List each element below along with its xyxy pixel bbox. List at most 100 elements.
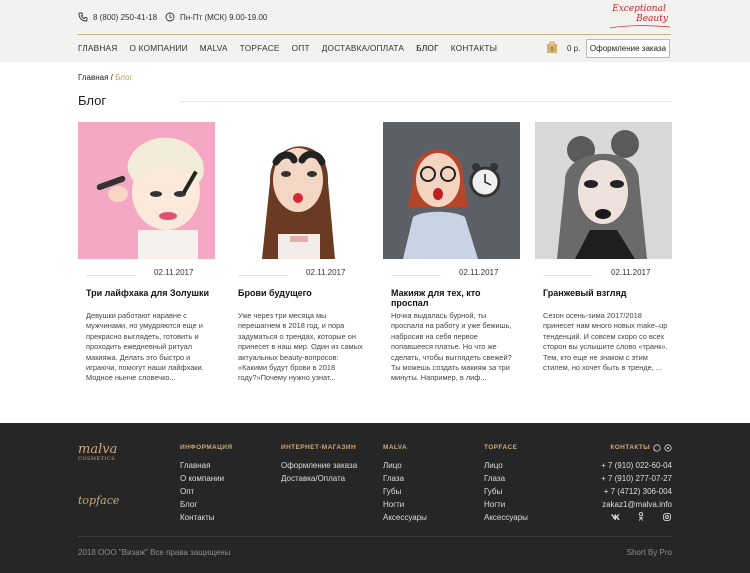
footer-link[interactable]: Лицо: [484, 459, 528, 472]
post-excerpt: Ночка выдалась бурной, ты проспала на ра…: [391, 311, 512, 383]
logo-line-2: Beauty: [636, 14, 668, 24]
nav-item-wholesale[interactable]: Опт: [292, 43, 310, 53]
footer-column-info: Информация Главная О компании Опт Блог К…: [180, 443, 232, 524]
main-nav: Главная О компании MALVA TOPFACE Опт Дос…: [78, 43, 509, 53]
footer-link[interactable]: Доставка/Оплата: [281, 472, 357, 485]
logo-line-1: Exceptional: [612, 4, 666, 14]
footer-heading: Malva: [383, 444, 408, 451]
footer-link[interactable]: Губы: [484, 485, 528, 498]
nav-item-topface[interactable]: TOPFACE: [240, 43, 280, 53]
page-title: Блог: [78, 93, 107, 108]
footer-column-topface: Topface Лицо Глаза Губы Ногти Аксессуары: [484, 443, 528, 524]
post-date: 02.11.2017: [611, 268, 651, 277]
footer-link[interactable]: Блог: [180, 498, 232, 511]
post-date: 02.11.2017: [459, 268, 499, 277]
footer-link[interactable]: Губы: [383, 485, 427, 498]
instagram-icon[interactable]: [662, 512, 672, 523]
footer-column-shop: Интернет-магазин Оформление заказа Доста…: [281, 443, 357, 485]
post-date: 02.11.2017: [154, 268, 194, 277]
post-title[interactable]: Гранжевый взгляд: [543, 288, 668, 298]
post-title[interactable]: Макияж для тех, кто проспал: [391, 288, 516, 308]
post-image[interactable]: [78, 122, 215, 259]
breadcrumb-home[interactable]: Главная: [78, 73, 108, 82]
footer-column-malva: Malva Лицо Глаза Губы Ногти Аксессуары: [383, 443, 427, 524]
cart-total[interactable]: 0 р.: [567, 44, 580, 53]
clock-icon: [165, 12, 175, 22]
footer-link[interactable]: Глаза: [383, 472, 427, 485]
post-image[interactable]: [383, 122, 520, 259]
site-logo[interactable]: Exceptional Beauty: [604, 4, 674, 32]
logo-swash: [609, 25, 671, 29]
copyright: 2018 ООО "Визаж" Все права защищены: [78, 548, 231, 557]
nav-item-delivery[interactable]: Доставка/Оплата: [322, 43, 404, 53]
viber-icon[interactable]: [664, 444, 672, 452]
date-divider: [86, 275, 136, 276]
footer-link[interactable]: Опт: [180, 485, 232, 498]
cart-count: 0: [550, 47, 553, 53]
malva-logo-sub: COSMETICS: [78, 456, 116, 462]
footer-contacts-heading: Контакты: [601, 443, 672, 453]
post-date: 02.11.2017: [306, 268, 346, 277]
contacts-heading-text: Контакты: [610, 444, 650, 451]
post-photo-grunge: [535, 122, 672, 259]
footer-link[interactable]: Контакты: [180, 511, 232, 524]
shopping-bag-icon[interactable]: 0: [546, 40, 558, 54]
nav-item-malva[interactable]: MALVA: [200, 43, 228, 53]
working-hours: Пн-Пт (МСК) 9.00-19.00: [180, 12, 268, 22]
phone-icon: [78, 12, 88, 22]
date-divider: [543, 275, 593, 276]
title-divider: [180, 101, 671, 102]
footer-link[interactable]: Глаза: [484, 472, 528, 485]
phone-number[interactable]: 8 (800) 250-41-18: [93, 13, 157, 22]
footer-link[interactable]: О компании: [180, 472, 232, 485]
blog-card[interactable]: 02.11.2017 Брови будущего Уже через три …: [230, 122, 367, 382]
post-excerpt: Девушки работают наравне с мужчинами, но…: [86, 311, 204, 383]
social-links: [610, 512, 672, 523]
contact-phone[interactable]: + 7 (910) 022-60-04: [601, 459, 672, 472]
blog-card[interactable]: 02.11.2017 Макияж для тех, кто проспал Н…: [383, 122, 520, 382]
post-image[interactable]: [230, 122, 367, 259]
malva-logo-text: malva: [78, 442, 118, 457]
whatsapp-icon[interactable]: [653, 444, 661, 452]
footer-link[interactable]: Главная: [180, 459, 232, 472]
nav-item-contacts[interactable]: Контакты: [451, 43, 497, 53]
footer-link[interactable]: Ногти: [383, 498, 427, 511]
developer-credit[interactable]: Short By Pro: [627, 548, 672, 557]
footer-link[interactable]: Лицо: [383, 459, 427, 472]
footer-link[interactable]: Аксессуары: [484, 511, 528, 524]
footer-link[interactable]: Оформление заказа: [281, 459, 357, 472]
header: 8 (800) 250-41-18 Пн-Пт (МСК) 9.00-19.00…: [0, 0, 750, 62]
post-excerpt: Уже через три месяца мы перешагнем в 201…: [238, 311, 363, 383]
vk-icon[interactable]: [610, 514, 620, 522]
post-title[interactable]: Три лайфхака для Золушки: [86, 288, 211, 298]
contact-phone[interactable]: + 7 (4712) 306-004: [601, 485, 672, 498]
blog-card[interactable]: 02.11.2017 Гранжевый взгляд Сезон осень-…: [535, 122, 672, 372]
checkout-button[interactable]: Оформление заказа: [586, 39, 670, 58]
footer-heading: Интернет-магазин: [281, 444, 357, 451]
footer-heading: Информация: [180, 444, 233, 451]
date-divider: [238, 275, 288, 276]
blog-card[interactable]: 02.11.2017 Три лайфхака для Золушки Деву…: [78, 122, 215, 382]
post-title[interactable]: Брови будущего: [238, 288, 363, 298]
post-image[interactable]: [535, 122, 672, 259]
nav-item-home[interactable]: Главная: [78, 43, 117, 53]
footer-link[interactable]: Аксессуары: [383, 511, 427, 524]
nav-divider: [78, 34, 671, 35]
nav-item-blog[interactable]: Блог: [416, 43, 439, 53]
footer-contacts: Контакты + 7 (910) 022-60-04 + 7 (910) 2…: [601, 443, 672, 511]
footer-divider: [78, 536, 672, 537]
header-phone[interactable]: 8 (800) 250-41-18: [78, 12, 157, 22]
post-photo-alarm: [383, 122, 520, 259]
footer-link[interactable]: Ногти: [484, 498, 528, 511]
footer-logo-topface[interactable]: topface: [78, 494, 119, 507]
date-divider: [391, 275, 441, 276]
contact-email[interactable]: zakaz1@malva.info: [601, 498, 672, 511]
header-hours: Пн-Пт (МСК) 9.00-19.00: [165, 12, 267, 22]
footer: malva COSMETICS topface Информация Главн…: [0, 423, 750, 573]
footer-logo-malva[interactable]: malva COSMETICS: [78, 442, 118, 468]
odnoklassniki-icon[interactable]: [636, 512, 646, 523]
breadcrumb: Главная / Блог: [78, 73, 132, 82]
nav-item-about[interactable]: О компании: [129, 43, 187, 53]
post-photo-brows: [230, 122, 367, 259]
contact-phone[interactable]: + 7 (910) 277-07-27: [601, 472, 672, 485]
